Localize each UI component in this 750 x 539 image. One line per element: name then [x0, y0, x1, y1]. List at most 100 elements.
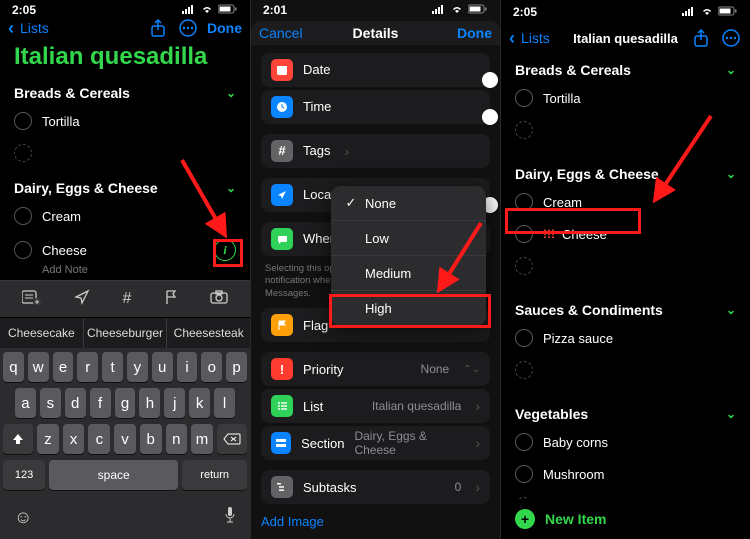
reminder-item[interactable]: Pizza sauce — [501, 322, 750, 354]
key-v[interactable]: v — [114, 424, 136, 454]
row-label: Priority — [303, 362, 343, 377]
done-button[interactable]: Done — [457, 25, 492, 41]
share-icon[interactable] — [147, 17, 169, 39]
status-bar: 2:05 — [501, 0, 750, 20]
add-row[interactable] — [501, 354, 750, 386]
panel-3-reminders-list: 2:05 ‹ Lists Italian quesadilla Breads &… — [500, 0, 750, 539]
key-r[interactable]: r — [77, 352, 98, 382]
key-m[interactable]: m — [191, 424, 213, 454]
checkbox-circle[interactable] — [515, 89, 533, 107]
subtasks-value: 0 — [455, 480, 462, 494]
prediction[interactable]: Cheesesteak — [167, 318, 250, 348]
chevron-right-icon: › — [475, 479, 480, 495]
kb-location-icon[interactable] — [74, 289, 90, 309]
delete-key[interactable] — [217, 424, 247, 454]
key-q[interactable]: q — [3, 352, 24, 382]
details-title: Details — [353, 25, 399, 41]
section-header[interactable]: Sauces & Condiments⌄ — [501, 296, 750, 322]
section-header[interactable]: Breads & Cereals⌄ — [501, 56, 750, 82]
back-chevron-icon[interactable]: ‹ — [509, 28, 515, 49]
key-h[interactable]: h — [139, 388, 160, 418]
section-header[interactable]: Breads & Cereals ⌄ — [0, 79, 250, 105]
done-button[interactable]: Done — [207, 20, 242, 36]
keyboard-toolbar: # — [0, 280, 250, 317]
prediction[interactable]: Cheesecake — [0, 318, 84, 348]
nav-bar: ‹ Lists Italian quesadilla — [501, 20, 750, 56]
key-u[interactable]: u — [152, 352, 173, 382]
checkbox-circle[interactable] — [515, 329, 533, 347]
reminder-item[interactable]: Tortilla — [0, 105, 250, 137]
check-icon: ✓ — [345, 195, 357, 211]
kb-tag-icon[interactable]: # — [123, 290, 132, 308]
key-b[interactable]: b — [140, 424, 162, 454]
section-header[interactable]: Vegetables⌄ — [501, 400, 750, 426]
return-key[interactable]: return — [182, 460, 247, 490]
key-n[interactable]: n — [166, 424, 188, 454]
row-tags[interactable]: # Tags › — [261, 134, 490, 168]
key-w[interactable]: w — [28, 352, 49, 382]
checkbox-circle[interactable] — [515, 465, 533, 483]
add-row[interactable] — [501, 250, 750, 282]
nav-bar: ‹ Lists Done — [0, 17, 250, 39]
section-label: Breads & Cereals — [515, 62, 631, 78]
key-p[interactable]: p — [226, 352, 247, 382]
add-image-button[interactable]: Add Image — [251, 504, 500, 539]
emoji-key[interactable]: ☺ — [14, 507, 32, 528]
key-k[interactable]: k — [189, 388, 210, 418]
chevron-down-icon: ⌄ — [226, 86, 236, 100]
key-o[interactable]: o — [201, 352, 222, 382]
back-button[interactable]: Lists — [20, 20, 49, 36]
row-section[interactable]: Section Dairy, Eggs & Cheese › — [261, 426, 490, 460]
row-priority[interactable]: ! Priority None ⌃⌄ — [261, 352, 490, 386]
key-g[interactable]: g — [115, 388, 136, 418]
key-d[interactable]: d — [65, 388, 86, 418]
add-row[interactable] — [501, 490, 750, 499]
row-date[interactable]: Date — [261, 53, 490, 87]
new-item-button[interactable]: + New Item — [501, 499, 750, 539]
row-list[interactable]: List Italian quesadilla › — [261, 389, 490, 423]
location-icon — [271, 184, 293, 206]
kb-list-icon[interactable] — [22, 289, 42, 309]
add-circle-icon — [515, 257, 533, 275]
checkbox-circle[interactable] — [515, 433, 533, 451]
row-time[interactable]: Time — [261, 90, 490, 124]
row-subtasks[interactable]: Subtasks 0 › — [261, 470, 490, 504]
reminder-item[interactable]: Baby corns — [501, 426, 750, 458]
key-i[interactable]: i — [177, 352, 198, 382]
checkbox-circle[interactable] — [14, 112, 32, 130]
cancel-button[interactable]: Cancel — [259, 25, 303, 41]
plus-icon: + — [515, 509, 535, 529]
key-t[interactable]: t — [102, 352, 123, 382]
back-chevron-icon[interactable]: ‹ — [8, 18, 14, 39]
key-y[interactable]: y — [127, 352, 148, 382]
back-button[interactable]: Lists — [521, 30, 550, 46]
key-z[interactable]: z — [37, 424, 59, 454]
section-label: Dairy, Eggs & Cheese — [14, 180, 158, 196]
kb-camera-icon[interactable] — [210, 290, 228, 308]
checkbox-circle[interactable] — [14, 207, 32, 225]
space-key[interactable]: space — [49, 460, 178, 490]
kb-flag-icon[interactable] — [164, 289, 178, 309]
checkbox-circle[interactable] — [14, 241, 32, 259]
reminder-item[interactable]: Mushroom — [501, 458, 750, 490]
share-icon[interactable] — [690, 27, 712, 49]
key-s[interactable]: s — [40, 388, 61, 418]
menu-none[interactable]: ✓None — [331, 186, 486, 221]
dictation-key[interactable] — [224, 506, 236, 529]
key-f[interactable]: f — [90, 388, 111, 418]
more-icon[interactable] — [720, 27, 742, 49]
section-label: Dairy, Eggs & Cheese — [515, 166, 659, 182]
more-icon[interactable] — [177, 17, 199, 39]
key-c[interactable]: c — [88, 424, 110, 454]
wifi-icon — [700, 5, 714, 19]
key-123[interactable]: 123 — [3, 460, 45, 490]
key-x[interactable]: x — [63, 424, 85, 454]
key-l[interactable]: l — [214, 388, 235, 418]
key-a[interactable]: a — [15, 388, 36, 418]
key-e[interactable]: e — [53, 352, 74, 382]
battery-icon — [218, 3, 238, 17]
shift-key[interactable] — [3, 424, 33, 454]
key-j[interactable]: j — [164, 388, 185, 418]
prediction[interactable]: Cheeseburger — [84, 318, 168, 348]
section-label: Vegetables — [515, 406, 588, 422]
